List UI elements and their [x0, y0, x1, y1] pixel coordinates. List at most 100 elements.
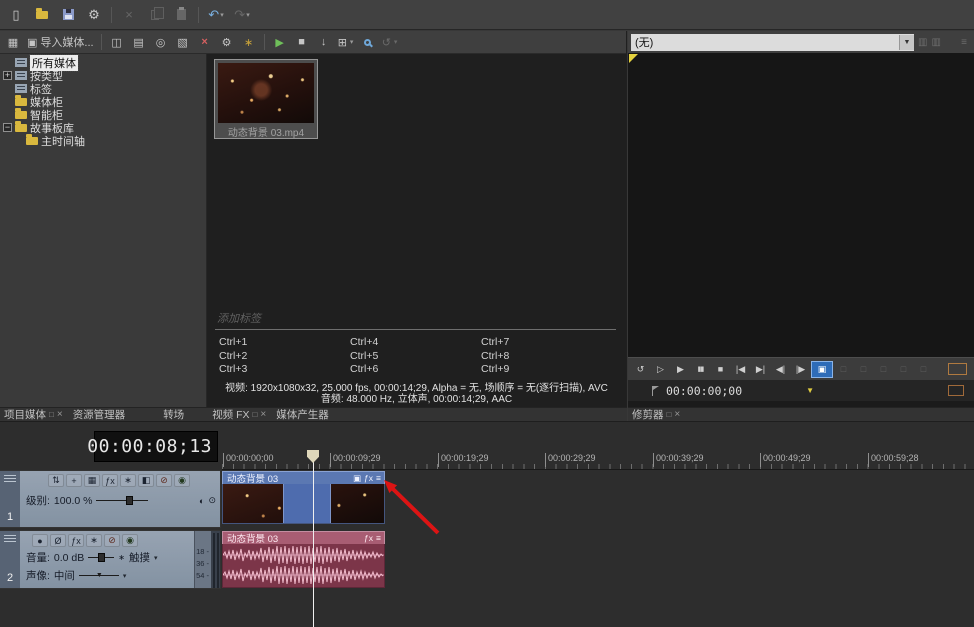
remove-media-icon[interactable]: × — [195, 33, 215, 52]
go-to-start-icon[interactable]: |◀ — [731, 361, 750, 378]
invert-phase-icon[interactable]: Ø — [50, 534, 66, 547]
prev-frame-icon[interactable]: ◀| — [771, 361, 790, 378]
arm-record-icon[interactable]: ● — [32, 534, 48, 547]
tab-explorer[interactable]: 资源管理器 — [73, 407, 126, 422]
hamburger-menu-icon[interactable]: ≡ — [961, 37, 967, 48]
capture-video-icon[interactable]: ▤ — [129, 33, 149, 52]
pan-center-marker[interactable]: ▼ — [96, 572, 103, 579]
pause-icon[interactable]: ▮▮ — [691, 361, 710, 378]
compositing-parent-icon[interactable]: ◐ — [199, 496, 204, 506]
save-project-icon[interactable] — [56, 4, 80, 26]
scan-disc-icon[interactable]: ◎ — [151, 33, 171, 52]
chevron-down-icon[interactable]: ▼ — [899, 35, 914, 50]
trimmer-mode-toggle[interactable]: ▣ — [811, 361, 833, 378]
new-project-icon[interactable]: ▯ — [4, 4, 28, 26]
paste-icon[interactable] — [169, 4, 193, 26]
timeline-ruler[interactable]: 00:00:00;00 00:00:09;29 00:00:19;29 00:0… — [222, 451, 974, 470]
add-tag-placeholder[interactable]: 添加标签 — [213, 310, 618, 326]
chevron-down-icon[interactable]: ▾ — [154, 554, 158, 562]
play-from-start-icon[interactable]: ▷ — [651, 361, 670, 378]
stop-icon[interactable]: ■ — [711, 361, 730, 378]
level-value[interactable]: 100.0 % — [54, 495, 93, 507]
automation-settings-icon[interactable]: ∗ — [86, 534, 102, 547]
track-motion-icon[interactable]: + — [66, 474, 82, 487]
timeline-current-timecode[interactable]: 00:00:08;13 — [94, 431, 218, 462]
track-fx-icon[interactable]: ƒx — [68, 534, 84, 547]
event-pan-crop-icon[interactable]: ▣ — [353, 473, 361, 484]
volume-fader[interactable] — [88, 553, 114, 562]
extract-audio-icon[interactable]: ◫ — [107, 33, 127, 52]
sync-cursor-icon[interactable]: ↺ — [631, 361, 650, 378]
close-window-icon[interactable]: × — [674, 411, 680, 419]
video-clip[interactable]: 动态背景 03 ▣ ƒx ≡ — [222, 471, 385, 524]
trimmer-history-dropdown[interactable]: (无) ▼ — [631, 34, 914, 51]
level-slider[interactable] — [96, 496, 148, 505]
event-hamburger-icon[interactable]: ≡ — [376, 473, 381, 483]
mute-icon[interactable]: ⊘ — [104, 534, 120, 547]
track-grip-icon[interactable] — [4, 535, 16, 542]
float-window-icon[interactable]: □ — [49, 410, 54, 419]
open-project-icon[interactable] — [30, 4, 54, 26]
tree-item-main-timeline[interactable]: 主时间轴 — [0, 134, 206, 147]
tab-video-fx[interactable]: 视频 FX □ × — [212, 407, 266, 422]
create-subclip-icon[interactable]: □ — [834, 361, 853, 378]
slider-thumb[interactable] — [126, 496, 133, 505]
volume-value[interactable]: 0.0 dB — [54, 552, 84, 564]
media-properties-icon[interactable]: ⚙ — [217, 33, 237, 52]
tab-project-media[interactable]: 项目媒体 □ × — [4, 407, 63, 422]
expand-track-icon[interactable]: ⇅ — [48, 474, 64, 487]
close-window-icon[interactable]: × — [260, 411, 266, 419]
selection-box-icon[interactable] — [948, 385, 964, 396]
event-hamburger-icon[interactable]: ≡ — [376, 533, 381, 543]
next-frame-icon[interactable]: |▶ — [791, 361, 810, 378]
automation-settings-icon[interactable]: ∗ — [120, 474, 136, 487]
download-icon[interactable]: ↓ — [314, 33, 334, 52]
save-markers-icon[interactable]: ▥ — [918, 37, 927, 48]
search-icon[interactable] — [358, 33, 378, 52]
track-fx-icon[interactable]: ƒx — [102, 474, 118, 487]
solo-icon[interactable]: ◉ — [174, 474, 190, 487]
float-window-icon[interactable]: □ — [667, 410, 672, 419]
chevron-down-icon[interactable]: ▾ — [123, 572, 127, 580]
audio-clip-body[interactable] — [222, 544, 385, 588]
cut-icon[interactable]: × — [117, 4, 141, 26]
tab-trimmer[interactable]: 修剪器 □ × — [632, 407, 680, 422]
float-window-icon[interactable]: □ — [253, 410, 258, 419]
reverse-subclip-icon[interactable]: □ — [854, 361, 873, 378]
trimmer-preview[interactable] — [628, 53, 974, 357]
select-right-half-icon[interactable]: □ — [894, 361, 913, 378]
select-left-half-icon[interactable]: □ — [874, 361, 893, 378]
event-fx-icon[interactable]: ƒx — [364, 533, 373, 543]
get-from-device-icon[interactable]: ▧ — [173, 33, 193, 52]
video-clip-body[interactable] — [222, 484, 385, 524]
mute-icon[interactable]: ⊘ — [156, 474, 172, 487]
automation-mode[interactable]: 触摸 — [129, 550, 150, 565]
auto-preview-play-icon[interactable]: ▶ — [270, 33, 290, 52]
tree-item-storyboard-library[interactable]: − 故事板库 — [0, 121, 206, 134]
track-grip-icon[interactable] — [4, 475, 16, 482]
go-to-end-icon[interactable]: ▶| — [751, 361, 770, 378]
select-all-icon[interactable]: □ — [914, 361, 933, 378]
selected-region[interactable] — [283, 484, 331, 523]
bypass-motion-blur-icon[interactable]: ▦ — [84, 474, 100, 487]
event-fx-icon[interactable]: ƒx — [364, 473, 373, 483]
tab-transitions[interactable]: 转场 — [163, 407, 184, 422]
expand-plus-icon[interactable]: + — [3, 71, 12, 80]
play-icon[interactable]: ▶ — [671, 361, 690, 378]
history-icon[interactable]: ▥ — [931, 37, 940, 48]
trimmer-timecode[interactable]: 00:00:00;00 — [666, 384, 742, 398]
redo-icon[interactable]: ↷▾ — [230, 4, 254, 26]
compositing-mode-icon[interactable]: ◧ — [138, 474, 154, 487]
undo-icon[interactable]: ↶▾ — [204, 4, 228, 26]
views-grid-icon[interactable]: ▦ — [3, 33, 23, 52]
playhead-line[interactable] — [313, 451, 314, 627]
collapse-minus-icon[interactable]: − — [3, 123, 12, 132]
audio-clip[interactable]: 动态背景 03 ƒx ≡ — [222, 531, 385, 588]
stop-preview-icon[interactable]: ■ — [292, 33, 312, 52]
automation-device-icon[interactable]: ∗ — [118, 553, 125, 562]
pan-value[interactable]: 中间 — [54, 568, 75, 583]
solo-icon[interactable]: ◉ — [122, 534, 138, 547]
import-media-button[interactable]: ▣ 导入媒体... — [25, 33, 96, 52]
project-properties-icon[interactable]: ⚙ — [82, 4, 106, 26]
copy-icon[interactable] — [143, 4, 167, 26]
